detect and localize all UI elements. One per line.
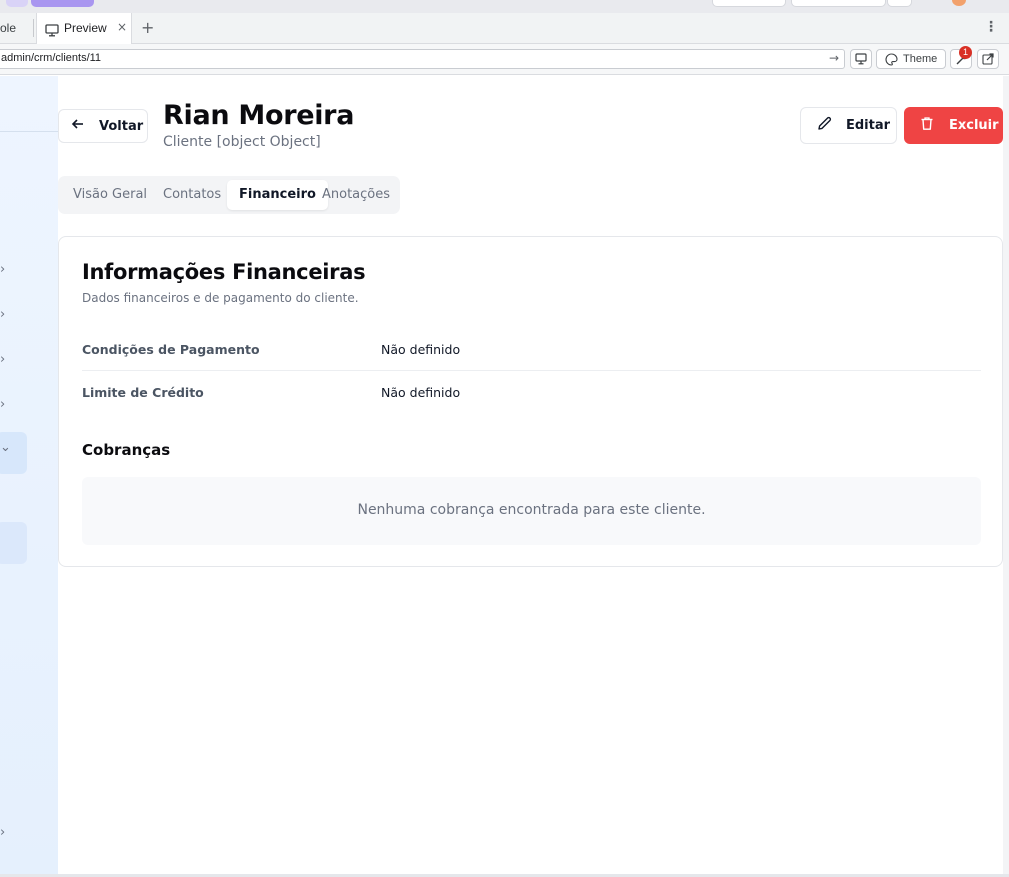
sidebar-divider — [0, 131, 58, 132]
theme-label: Theme — [903, 53, 938, 65]
arrow-left-icon — [71, 118, 87, 134]
chevron-down-icon[interactable]: ⌄ — [0, 440, 11, 455]
credit-limit-value: Não definido — [381, 385, 461, 400]
top-pill-purple[interactable] — [31, 0, 94, 7]
close-icon[interactable]: × — [117, 20, 127, 34]
back-button[interactable]: Voltar — [58, 109, 148, 143]
charges-empty-state: Nenhuma cobrança encontrada para este cl… — [82, 477, 981, 545]
tab-visao-geral[interactable]: Visão Geral — [61, 180, 159, 210]
scrollbar-track[interactable] — [1003, 76, 1009, 874]
top-pill-light — [6, 0, 28, 7]
chevron-right-icon[interactable]: › — [0, 825, 5, 840]
delete-button-label: Excluir — [949, 118, 999, 133]
tab-bar: ole Preview × + ⋮ — [0, 13, 1009, 44]
tab-partial[interactable]: ole — [0, 21, 16, 35]
edit-button[interactable]: Editar — [800, 107, 897, 144]
tab-list: Visão Geral Contatos Financeiro Anotaçõe… — [58, 176, 400, 214]
top-control-3[interactable] — [887, 0, 912, 7]
tab-preview[interactable]: Preview × — [36, 13, 132, 44]
tab-preview-label: Preview — [64, 21, 107, 35]
credit-limit-label: Limite de Crédito — [82, 385, 204, 400]
chevron-right-icon[interactable]: › — [0, 397, 5, 412]
top-control-1[interactable] — [712, 0, 786, 7]
edit-button-label: Editar — [846, 118, 891, 133]
top-control-2[interactable] — [791, 0, 886, 7]
theme-button[interactable]: Theme — [876, 49, 946, 69]
device-toggle-button[interactable] — [850, 49, 872, 69]
back-button-label: Voltar — [99, 118, 144, 134]
payment-terms-label: Condições de Pagamento — [82, 342, 260, 357]
avatar[interactable] — [952, 0, 966, 6]
tab-contatos[interactable]: Contatos — [151, 180, 233, 210]
monitor-icon — [45, 22, 59, 41]
card-title: Informações Financeiras — [82, 260, 366, 284]
payment-terms-value: Não definido — [381, 342, 461, 357]
notification-badge: 1 — [959, 46, 972, 59]
pencil-icon — [817, 116, 833, 135]
browser-top-strip — [0, 0, 1009, 13]
address-bar-row: admin/crm/clients/11 → Theme — [0, 44, 1009, 75]
kebab-menu-icon[interactable]: ⋮ — [984, 19, 998, 35]
chevron-right-icon[interactable]: › — [0, 262, 5, 277]
trash-icon — [920, 116, 936, 135]
external-link-icon — [982, 53, 994, 65]
main-content: Voltar Rian Moreira Cliente [object Obje… — [58, 76, 1003, 874]
new-tab-icon[interactable]: + — [141, 18, 154, 37]
tab-anotacoes[interactable]: Anotações — [310, 180, 402, 210]
financial-card: Informações Financeiras Dados financeiro… — [58, 236, 1003, 567]
page-subtitle: Cliente [object Object] — [163, 134, 321, 150]
chevron-right-icon[interactable]: › — [0, 307, 5, 322]
charges-title: Cobranças — [82, 441, 171, 459]
delete-button[interactable]: Excluir — [904, 107, 1003, 144]
page-title: Rian Moreira — [163, 100, 355, 131]
tab-divider — [33, 19, 34, 37]
palette-icon — [885, 53, 898, 66]
row-divider — [82, 370, 981, 371]
charges-empty-message: Nenhuma cobrança encontrada para este cl… — [357, 502, 706, 518]
url-input[interactable]: admin/crm/clients/11 → — [0, 49, 845, 69]
arrow-right-icon[interactable]: → — [829, 51, 839, 65]
chevron-right-icon[interactable]: › — [0, 352, 5, 367]
card-description: Dados financeiros e de pagamento do clie… — [82, 291, 359, 305]
monitor-icon — [855, 53, 867, 65]
sidebar-item-selected[interactable] — [0, 522, 27, 564]
open-external-button[interactable] — [977, 49, 999, 69]
url-text: admin/crm/clients/11 — [1, 52, 102, 64]
sidebar: › › › › ⌄ › — [0, 76, 58, 874]
